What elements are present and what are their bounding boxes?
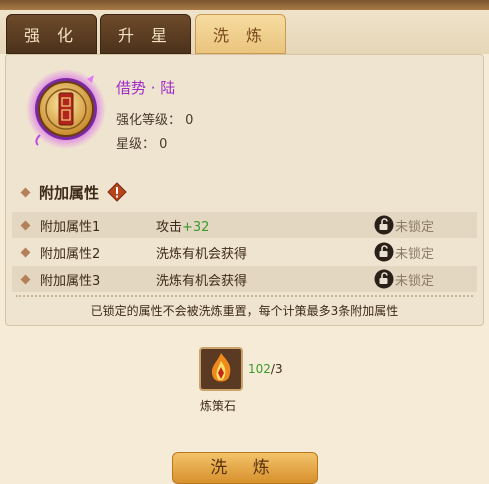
- attribute-row-2: 附加属性2 洗炼有机会获得 未锁定: [12, 239, 477, 265]
- diamond-bullet-icon: [20, 220, 31, 230]
- lock-open-icon: [374, 242, 394, 262]
- diamond-bullet-icon: [20, 247, 31, 257]
- item-panel: 借势 · 陆 强化等级： 0 星级： 0 附加属性 附加属性1 攻击+32 未锁…: [5, 54, 484, 326]
- lock-open-icon: [374, 269, 394, 289]
- attribute-label: 附加属性3: [40, 273, 101, 289]
- star-level: 星级： 0: [116, 137, 168, 152]
- tab-star-up[interactable]: 升 星: [100, 14, 191, 54]
- tab-refine[interactable]: 洗 炼: [195, 14, 286, 54]
- lock-status: 未锁定: [395, 246, 435, 262]
- lock-open-icon: [374, 215, 394, 235]
- attribute-row-1: 附加属性1 攻击+32 未锁定: [12, 212, 477, 238]
- enhance-level: 强化等级： 0: [116, 113, 194, 128]
- attribute-value: 洗炼有机会获得: [156, 273, 248, 289]
- lock-toggle-2[interactable]: 未锁定: [374, 242, 434, 262]
- dotted-divider: [16, 295, 473, 297]
- attribute-label: 附加属性2: [40, 246, 101, 262]
- warning-icon[interactable]: [107, 182, 127, 202]
- refine-button[interactable]: 洗 炼: [172, 452, 318, 484]
- lock-toggle-3[interactable]: 未锁定: [374, 269, 434, 289]
- strategy-scroll-icon: [26, 69, 106, 149]
- attribute-label: 附加属性1: [40, 219, 101, 235]
- material-count: 102/3: [248, 362, 283, 376]
- attributes-title: 附加属性: [39, 183, 100, 202]
- lock-status: 未锁定: [395, 219, 435, 235]
- attribute-value: 攻击+32: [156, 219, 210, 235]
- attributes-header: 附加属性: [6, 177, 483, 207]
- material-name: 炼策石: [200, 399, 237, 413]
- attribute-row-3: 附加属性3 洗炼有机会获得 未锁定: [12, 266, 477, 292]
- lock-status: 未锁定: [395, 273, 435, 289]
- lock-note: 已锁定的属性不会被洗炼重置，每个计策最多3条附加属性: [90, 304, 399, 318]
- diamond-bullet-icon: [20, 187, 31, 197]
- attribute-value: 洗炼有机会获得: [156, 246, 248, 262]
- item-name: 借势 · 陆: [116, 79, 176, 97]
- flame-crystal-icon: [211, 353, 231, 382]
- attribute-bonus: +32: [182, 219, 210, 235]
- lock-toggle-1[interactable]: 未锁定: [374, 215, 434, 235]
- diamond-bullet-icon: [20, 274, 31, 284]
- material-slot[interactable]: [199, 347, 243, 391]
- tab-bar: 强 化 升 星 洗 炼: [0, 10, 489, 54]
- tab-enhance[interactable]: 强 化: [6, 14, 97, 54]
- top-border: [0, 0, 489, 10]
